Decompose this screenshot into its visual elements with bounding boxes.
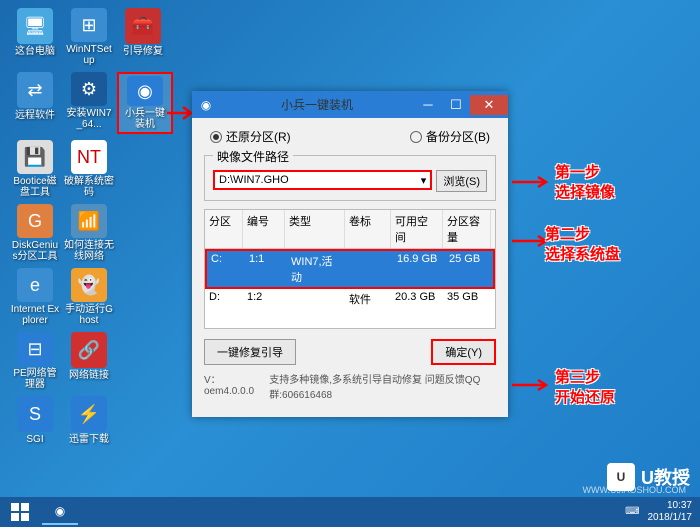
start-button[interactable] — [0, 497, 40, 527]
desktop-icon-ie[interactable]: eInternet Explorer — [9, 268, 61, 326]
app-icon: ◉ — [196, 97, 216, 113]
desktop-icon-wifi[interactable]: 📶如何连接无线网络 — [63, 204, 115, 262]
repair-boot-button[interactable]: 一键修复引导 — [204, 339, 296, 365]
annotation-step2: 第二步 选择系统盘 — [545, 225, 620, 265]
table-row-d[interactable]: D: 1:2 软件 20.3 GB 35 GB — [205, 289, 495, 309]
desktop-icon-bootice[interactable]: 💾Bootice磁盘工具 — [9, 140, 61, 198]
ok-button[interactable]: 确定(Y) — [431, 339, 496, 365]
taskbar-app[interactable]: ◉ — [42, 499, 78, 525]
group-label: 映像文件路径 — [213, 148, 293, 165]
browse-button[interactable]: 浏览(S) — [436, 170, 487, 192]
app-window: ◉ 小兵一键装机 ─ ☐ ✕ 还原分区(R) 备份分区(B) 映像文件路径 D:… — [192, 91, 508, 417]
table-row-c[interactable]: C: 1:1 WIN7,活动 16.9 GB 25 GB — [205, 249, 495, 289]
radio-backup[interactable]: 备份分区(B) — [410, 128, 490, 145]
partition-table: 分区 编号 类型 卷标 可用空间 分区容量 C: 1:1 WIN7,活动 16.… — [204, 209, 496, 329]
desktop-icon-netmgr[interactable]: ⊟PE网络管理器 — [9, 332, 61, 390]
table-header: 分区 编号 类型 卷标 可用空间 分区容量 — [205, 210, 495, 249]
taskbar: ◉ ⌨ 10:37 2018/1/17 — [0, 497, 700, 527]
arrow-icon-to-window — [165, 103, 195, 123]
tray-date: 2018/1/17 — [648, 512, 693, 524]
system-tray[interactable]: ⌨ 10:37 2018/1/17 — [625, 500, 700, 524]
desktop-icon-thunder[interactable]: ⚡迅雷下载 — [63, 396, 115, 454]
desktop-icon-diskgenius[interactable]: GDiskGenius分区工具 — [9, 204, 61, 262]
window-title: 小兵一键装机 — [220, 96, 414, 113]
desktop-icon-ghost[interactable]: 👻手动运行Ghost — [63, 268, 115, 326]
titlebar[interactable]: ◉ 小兵一键装机 ─ ☐ ✕ — [192, 91, 508, 118]
minimize-button[interactable]: ─ — [414, 95, 442, 115]
image-path-group: 映像文件路径 D:\WIN7.GHO ▾ 浏览(S) — [204, 155, 496, 201]
dropdown-icon[interactable]: ▾ — [421, 174, 427, 187]
annotation-step3: 第三步 开始还原 — [555, 368, 615, 408]
desktop-icon-bootrepair[interactable]: 🧰引导修复 — [117, 8, 169, 66]
arrow-step1 — [510, 174, 550, 190]
desktop-icon-netlink[interactable]: 🔗网络链接 — [63, 332, 115, 390]
path-value: D:\WIN7.GHO — [219, 174, 289, 186]
desktop-icon-passwordcrack[interactable]: NT破解系统密码 — [63, 140, 115, 198]
windows-icon — [11, 503, 29, 521]
status-bar: V：oem4.0.0.0 支持多种镜像,多系统引导自动修复 问题反馈QQ群:60… — [204, 371, 496, 401]
radio-restore[interactable]: 还原分区(R) — [210, 128, 291, 145]
desktop-icon-computer[interactable]: 🖥这台电脑 — [9, 8, 61, 66]
arrow-step3 — [510, 377, 550, 393]
desktop-icon-win7install[interactable]: ⚙安装WIN7_64... — [63, 72, 115, 130]
desktop-icon-remote[interactable]: ⇄远程软件 — [9, 72, 61, 130]
image-path-input[interactable]: D:\WIN7.GHO ▾ — [213, 170, 432, 190]
tray-time: 10:37 — [648, 500, 693, 512]
desktop-icon-winntsetup[interactable]: ⊞WinNTSetup — [63, 8, 115, 66]
arrow-step2 — [510, 233, 550, 249]
desktop-icon-sgi[interactable]: SSGI — [9, 396, 61, 454]
watermark-url: WWW.UJIAOSHOU.COM — [583, 485, 687, 495]
desktop-icons: 🖥这台电脑 ⊞WinNTSetup 🧰引导修复 ⇄远程软件 ⚙安装WIN7_64… — [8, 8, 174, 460]
annotation-step1: 第一步 选择镜像 — [555, 163, 615, 203]
close-button[interactable]: ✕ — [470, 95, 508, 115]
radio-backup-label: 备份分区(B) — [426, 128, 490, 145]
radio-restore-label: 还原分区(R) — [226, 128, 291, 145]
maximize-button[interactable]: ☐ — [442, 95, 470, 115]
keyboard-icon[interactable]: ⌨ — [625, 506, 639, 518]
